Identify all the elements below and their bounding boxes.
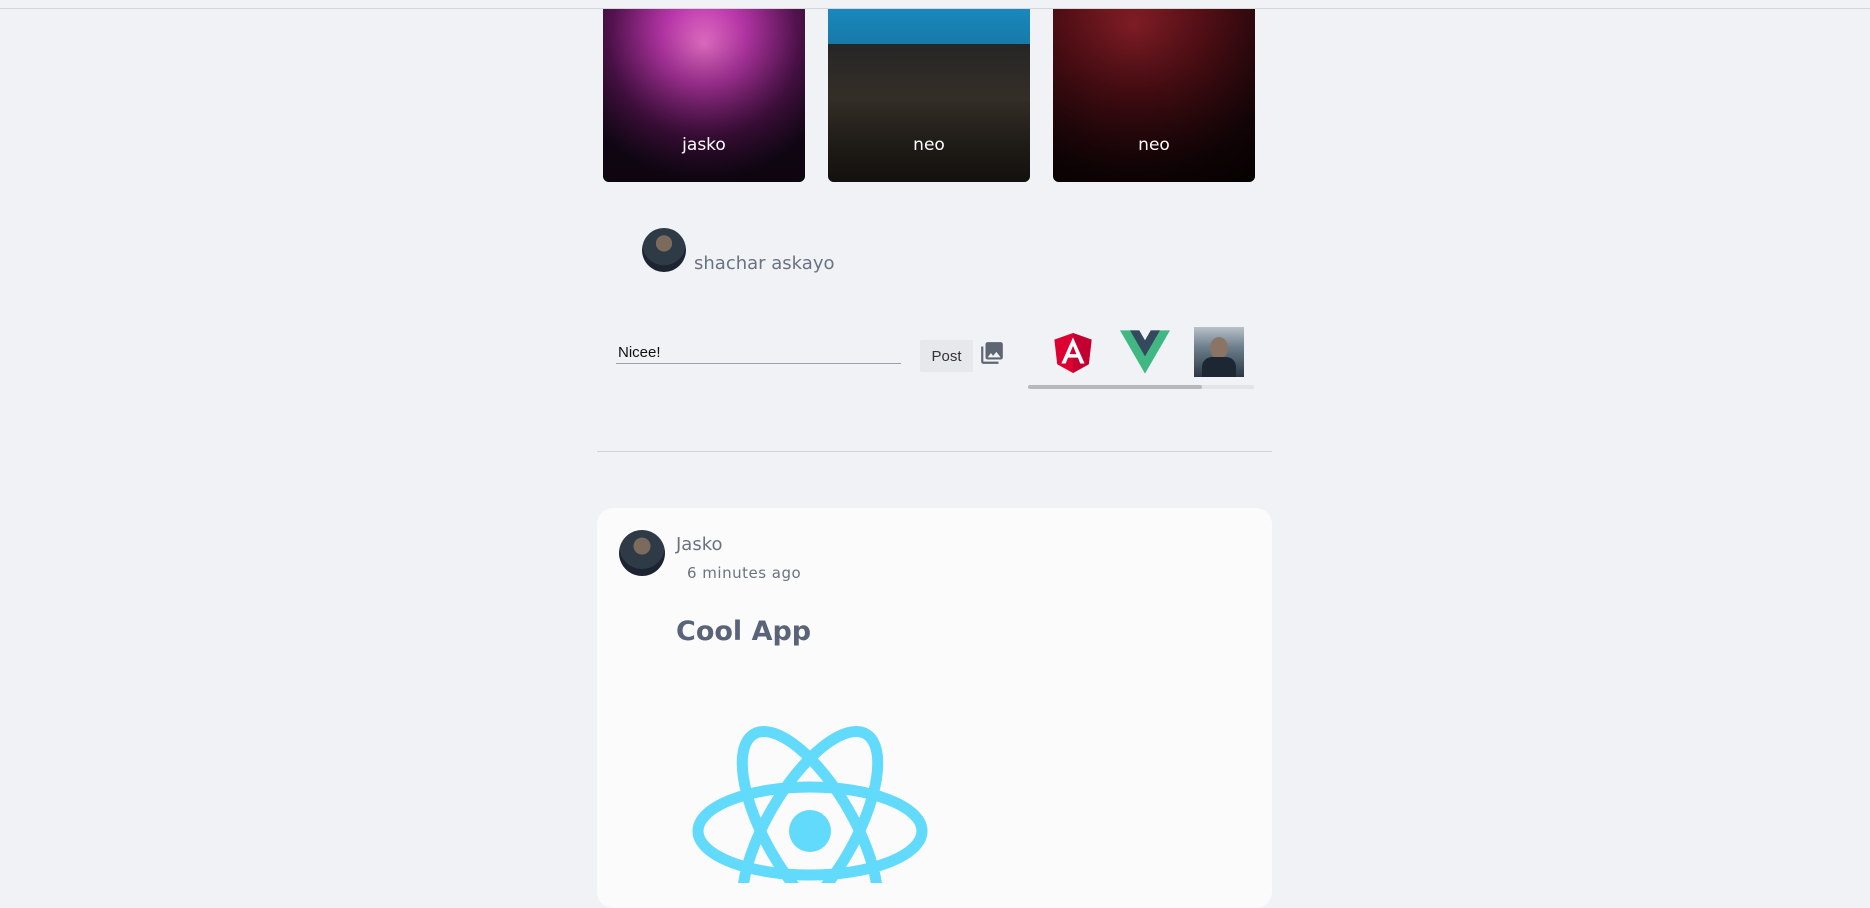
- post-author-name[interactable]: Jasko: [676, 534, 723, 555]
- story-overlay: [828, 9, 1030, 182]
- story-name: neo: [1138, 135, 1170, 155]
- post-timestamp: 6 minutes ago: [687, 564, 802, 582]
- post-text-input[interactable]: [616, 341, 901, 364]
- story-overlay: [603, 9, 805, 182]
- photo-body: [1202, 357, 1236, 377]
- section-divider: [597, 451, 1272, 452]
- add-image-icon[interactable]: [979, 340, 1005, 366]
- composer-user-name: shachar askayo: [694, 253, 835, 274]
- story-overlay: [1053, 9, 1255, 182]
- image-picker[interactable]: [1028, 322, 1254, 390]
- post-title: Cool App: [676, 616, 812, 647]
- story-card-neo[interactable]: neo: [828, 9, 1030, 182]
- story-card-neo-2[interactable]: neo: [1053, 9, 1255, 182]
- post-card: Jasko 6 minutes ago Cool App: [597, 508, 1272, 908]
- story-card-jasko[interactable]: jasko: [603, 9, 805, 182]
- photo-face: [1210, 337, 1228, 359]
- post-author-avatar[interactable]: [619, 530, 665, 576]
- picker-scrollbar-thumb[interactable]: [1028, 385, 1203, 389]
- vue-logo-option[interactable]: [1120, 327, 1170, 377]
- user-photo-option[interactable]: [1194, 327, 1244, 377]
- story-name: neo: [913, 135, 945, 155]
- story-name: jasko: [682, 135, 726, 155]
- angular-logo-option[interactable]: [1048, 327, 1098, 377]
- react-logo-image: [692, 726, 928, 883]
- post-button[interactable]: Post: [920, 340, 973, 372]
- composer-avatar: [642, 228, 686, 272]
